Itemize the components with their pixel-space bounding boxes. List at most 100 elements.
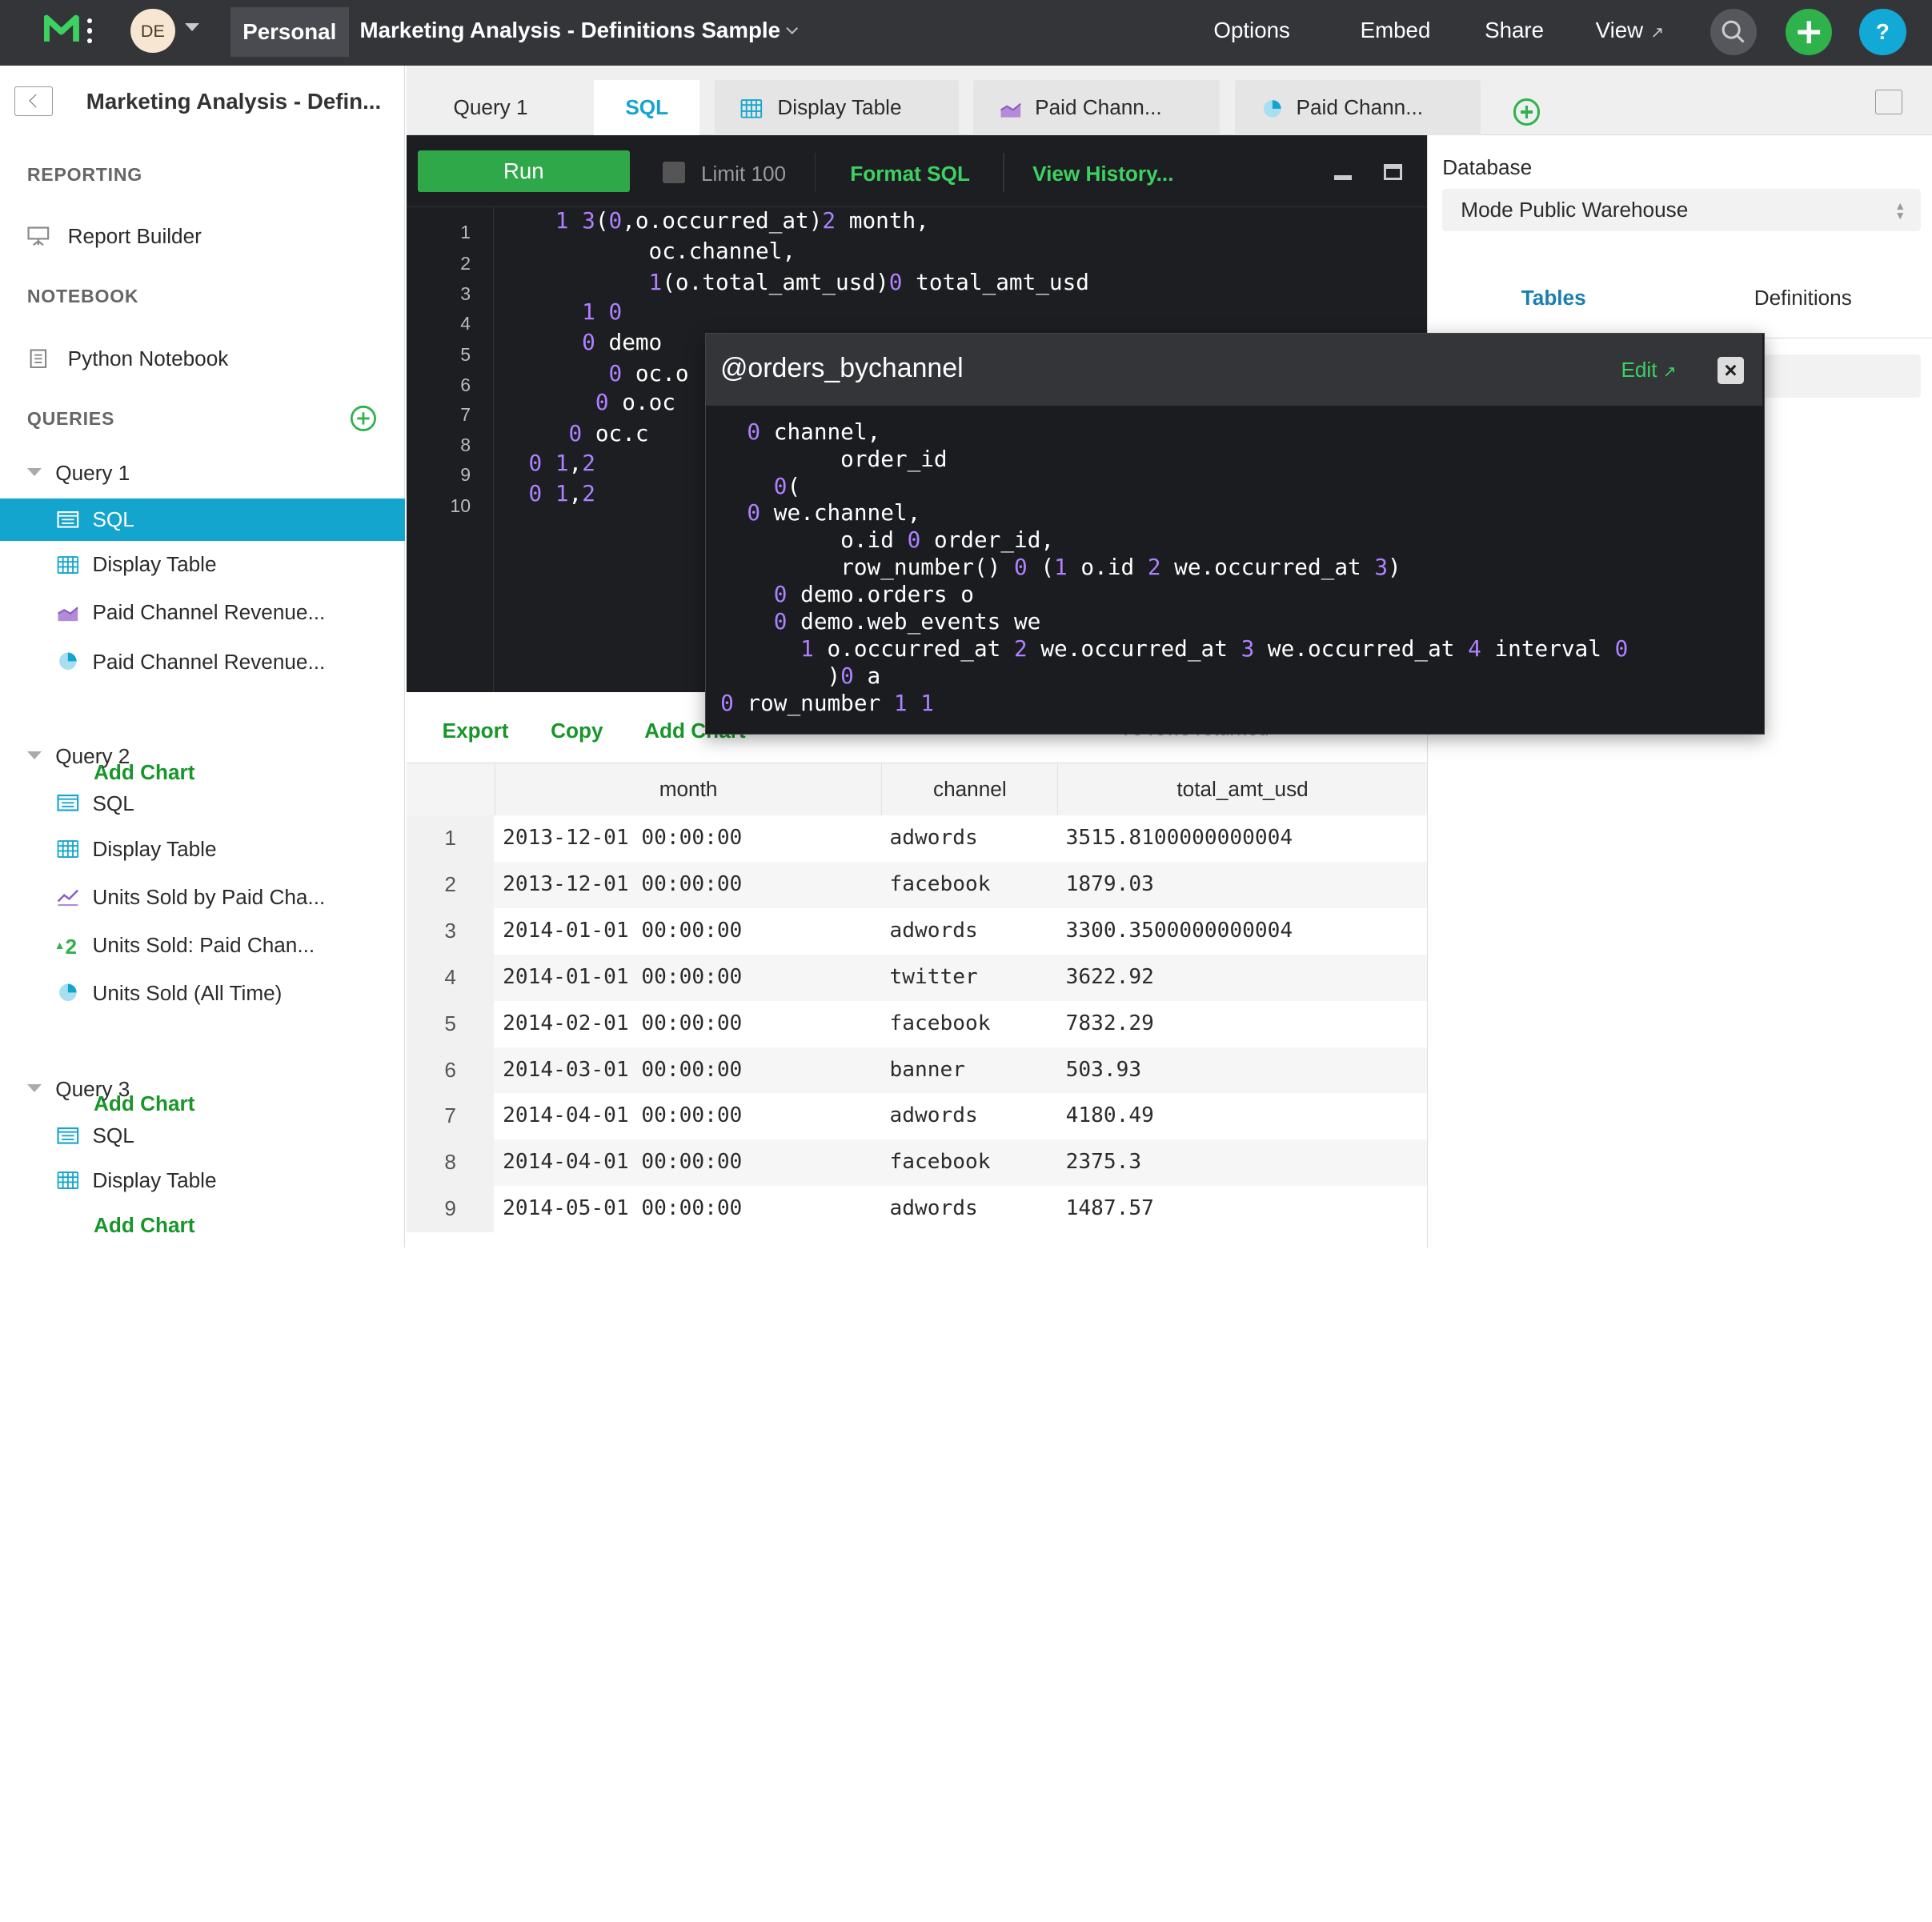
table-cell[interactable]: 2014-01-01 00:00:00 xyxy=(503,955,872,1001)
create-new-button[interactable] xyxy=(1785,8,1833,56)
table-cell[interactable]: 2014-04-01 00:00:00 xyxy=(503,1139,872,1186)
tab-paid-channel-area-chart[interactable]: Paid Chann... xyxy=(973,80,1221,136)
sidebar-item-area-chart[interactable]: Paid Channel Revenue... xyxy=(0,591,405,633)
code-line[interactable]: 1 0 xyxy=(528,298,622,325)
sidebar-item-pie-chart[interactable]: Units Sold (All Time) xyxy=(0,972,405,1014)
table-search-input[interactable] xyxy=(1760,354,1921,398)
app-menu-icon[interactable] xyxy=(86,18,94,48)
help-button[interactable]: ? xyxy=(1859,8,1906,56)
table-cell[interactable]: 2014-03-01 00:00:00 xyxy=(503,1047,872,1094)
collapse-sidebar-icon[interactable] xyxy=(14,86,54,116)
sidebar-item-python-notebook[interactable]: Python Notebook xyxy=(0,338,405,379)
mode-logo-icon[interactable] xyxy=(44,14,79,44)
row-index-cell[interactable]: 6 xyxy=(407,1047,495,1094)
table-cell[interactable]: adwords xyxy=(890,815,1050,862)
table-cell[interactable]: 1487.57 xyxy=(1066,1186,1423,1232)
code-line[interactable]: 0 oc.c xyxy=(528,420,648,446)
table-cell[interactable]: 3515.8100000000004 xyxy=(1066,815,1423,862)
row-index-cell[interactable]: 7 xyxy=(407,1093,495,1140)
code-line[interactable]: 1(o.total_amt_usd)0 total_amt_usd xyxy=(528,269,1089,295)
sidebar-item-line-chart[interactable]: Units Sold by Paid Cha... xyxy=(0,876,405,918)
code-line[interactable]: 0 o.oc xyxy=(528,389,675,415)
share-link[interactable]: Share xyxy=(1485,18,1544,43)
search-button[interactable] xyxy=(1710,8,1758,56)
format-sql-button[interactable]: Format SQL xyxy=(850,162,970,186)
tab-paid-channel-pie-chart[interactable]: Paid Chann... xyxy=(1234,80,1481,136)
sidebar-item-big-number[interactable]: ▲2 Units Sold: Paid Chan... xyxy=(0,924,405,966)
code-line[interactable]: oc.channel, xyxy=(528,238,796,264)
table-row[interactable]: 6 2014-03-01 00:00:00 banner 503.93 xyxy=(407,1047,1427,1094)
run-button[interactable]: Run xyxy=(417,150,630,193)
chevron-down-icon[interactable] xyxy=(184,23,199,33)
table-cell[interactable]: 2013-12-01 00:00:00 xyxy=(503,862,872,908)
space-breadcrumb[interactable]: Personal xyxy=(230,7,349,57)
copy-button[interactable]: Copy xyxy=(551,719,603,743)
table-cell[interactable]: adwords xyxy=(890,908,1050,955)
view-link[interactable]: View ↗ xyxy=(1596,18,1665,43)
row-index-cell[interactable]: 4 xyxy=(407,954,495,1001)
add-chart-link[interactable]: Add Chart xyxy=(94,1213,194,1238)
database-select[interactable]: Mode Public Warehouse ▲ ▼ xyxy=(1442,188,1921,232)
row-index-cell[interactable]: 3 xyxy=(407,907,495,955)
table-cell[interactable]: adwords xyxy=(890,1186,1050,1232)
table-cell[interactable]: 2375.3 xyxy=(1066,1139,1423,1186)
row-index-cell[interactable]: 9 xyxy=(407,1186,495,1233)
query-3-header[interactable]: Query 3 xyxy=(0,1068,405,1110)
expand-triangle-icon[interactable] xyxy=(26,1083,42,1093)
table-cell[interactable]: facebook xyxy=(890,1139,1050,1186)
table-cell[interactable]: 7832.29 xyxy=(1066,1001,1423,1047)
column-header-channel[interactable]: channel xyxy=(882,763,1059,816)
table-row[interactable]: 3 2014-01-01 00:00:00 adwords 3300.35000000… xyxy=(407,907,1427,955)
table-cell[interactable]: adwords xyxy=(890,1093,1050,1139)
code-line[interactable]: 0 1,2 xyxy=(528,480,595,507)
edit-definition-link[interactable]: Edit ↗ xyxy=(1621,358,1676,382)
sidebar-item-display-table[interactable]: Display Table xyxy=(0,543,405,585)
row-index-cell[interactable]: 5 xyxy=(407,1000,495,1047)
sidebar-item-pie-chart[interactable]: Paid Channel Revenue... xyxy=(0,641,405,683)
table-row[interactable]: 8 2014-04-01 00:00:00 facebook 2375.3 xyxy=(407,1139,1427,1187)
export-button[interactable]: Export xyxy=(443,719,509,743)
expand-triangle-icon[interactable] xyxy=(26,751,42,760)
tab-definitions[interactable]: Definitions xyxy=(1754,286,1852,310)
code-line[interactable]: 0 1,2 xyxy=(528,450,595,476)
table-row[interactable]: 9 2014-05-01 00:00:00 adwords 1487.57 xyxy=(407,1186,1427,1233)
expand-triangle-icon[interactable] xyxy=(26,467,42,477)
row-index-cell[interactable]: 8 xyxy=(407,1139,495,1187)
limit-100-checkbox[interactable] xyxy=(663,161,685,184)
sidebar-item-sql[interactable]: SQL xyxy=(0,783,405,824)
sidebar-item-display-table[interactable]: Display Table xyxy=(0,828,405,870)
collapse-right-panel-icon[interactable] xyxy=(1875,90,1902,115)
tab-sql[interactable]: SQL xyxy=(594,80,700,136)
column-header-month[interactable]: month xyxy=(495,763,883,816)
sidebar-item-display-table[interactable]: Display Table xyxy=(0,1159,405,1201)
options-link[interactable]: Options xyxy=(1213,18,1289,43)
table-cell[interactable]: facebook xyxy=(890,1001,1050,1047)
embed-link[interactable]: Embed xyxy=(1361,18,1431,43)
table-cell[interactable]: 2014-02-01 00:00:00 xyxy=(503,1001,872,1047)
tab-query-1[interactable]: Query 1 xyxy=(454,80,602,135)
code-line[interactable]: 1 3(0,o.occurred_at)2 month, xyxy=(528,207,929,234)
table-cell[interactable]: 2014-01-01 00:00:00 xyxy=(503,908,872,955)
title-chevron-down-icon[interactable] xyxy=(786,22,799,35)
table-cell[interactable]: facebook xyxy=(890,862,1050,908)
table-cell[interactable]: 3622.92 xyxy=(1066,955,1423,1001)
add-tab-icon[interactable] xyxy=(1513,98,1541,126)
table-cell[interactable]: 3300.3500000000004 xyxy=(1066,908,1423,955)
maximize-icon[interactable] xyxy=(1383,163,1402,180)
view-history-button[interactable]: View History... xyxy=(1032,162,1173,186)
tab-display-table[interactable]: Display Table xyxy=(714,80,959,136)
table-row[interactable]: 4 2014-01-01 00:00:00 twitter 3622.92 xyxy=(407,954,1427,1001)
table-row[interactable]: 7 2014-04-01 00:00:00 adwords 4180.49 xyxy=(407,1093,1427,1140)
close-icon[interactable]: × xyxy=(1717,356,1745,384)
table-cell[interactable]: 2014-05-01 00:00:00 xyxy=(503,1186,872,1232)
table-cell[interactable]: 4180.49 xyxy=(1066,1093,1423,1139)
row-index-cell[interactable]: 1 xyxy=(407,815,495,863)
table-row[interactable]: 1 2013-12-01 00:00:00 adwords 3515.81000000… xyxy=(407,815,1427,863)
table-row[interactable]: 2 2013-12-01 00:00:00 facebook 1879.03 xyxy=(407,862,1427,908)
table-cell[interactable]: twitter xyxy=(890,955,1050,1001)
tab-tables[interactable]: Tables xyxy=(1521,286,1586,310)
column-header-total-amt-usd[interactable]: total_amt_usd xyxy=(1058,763,1427,816)
table-cell[interactable]: 503.93 xyxy=(1066,1047,1423,1094)
query-2-header[interactable]: Query 2 xyxy=(0,735,405,777)
code-line[interactable]: 0 oc.o xyxy=(528,360,689,386)
